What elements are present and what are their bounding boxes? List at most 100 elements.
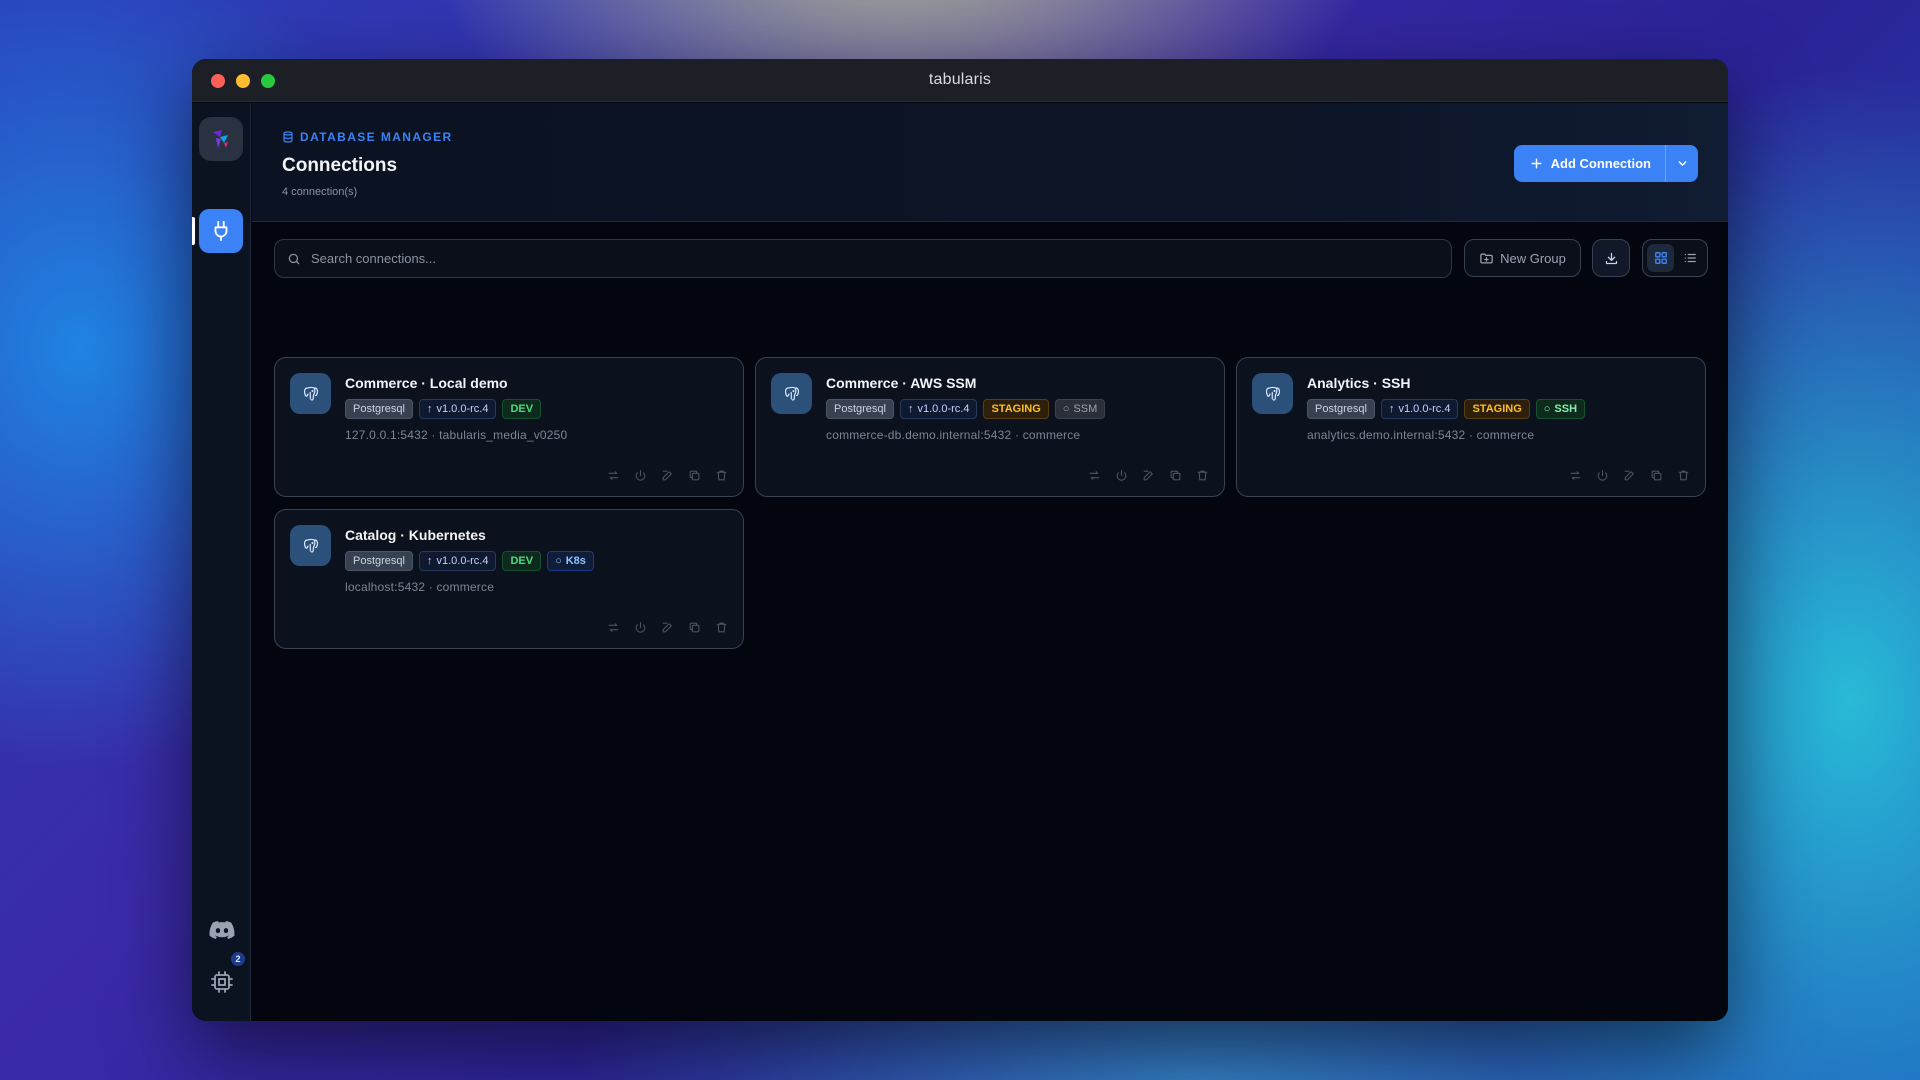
tunnel-label: SSM — [1073, 403, 1098, 415]
page-header: DATABASE MANAGER Connections 4 connectio… — [252, 103, 1728, 222]
new-group-label: New Group — [1500, 250, 1566, 266]
search-icon — [288, 253, 300, 264]
switch-button[interactable] — [1567, 467, 1583, 483]
eyebrow-label: DATABASE MANAGER — [300, 130, 453, 144]
connection-card[interactable]: Analytics · SSH Postgresql ↑ v1.0.0-rc.4 … — [1236, 357, 1706, 497]
duplicate-button[interactable] — [686, 619, 702, 635]
cpu-icon — [211, 971, 233, 993]
add-connection-dropdown[interactable] — [1666, 145, 1698, 182]
close-window-button[interactable] — [211, 74, 225, 88]
edit-button[interactable] — [659, 467, 675, 483]
edit-icon — [1143, 470, 1153, 480]
connection-host: commerce-db.demo.internal:5432 · commerc… — [826, 428, 1081, 442]
connection-card[interactable]: Commerce · Local demo Postgresql ↑ v1.0.0… — [274, 357, 744, 497]
card-actions — [1086, 467, 1210, 483]
edit-button[interactable] — [659, 619, 675, 635]
delete-button[interactable] — [1194, 467, 1210, 483]
version-label: v1.0.0-rc.4 — [436, 403, 489, 415]
import-button[interactable] — [1592, 239, 1630, 277]
postgres-icon — [290, 373, 331, 414]
version-tag: ↑ v1.0.0-rc.4 — [1380, 399, 1459, 419]
trash-icon — [716, 470, 726, 480]
duplicate-button[interactable] — [686, 467, 702, 483]
engine-tag: Postgresql — [345, 399, 413, 419]
discord-button[interactable] — [209, 917, 235, 943]
duplicate-button[interactable] — [1167, 467, 1183, 483]
connect-button[interactable] — [632, 467, 648, 483]
version-label: v1.0.0-rc.4 — [917, 403, 970, 415]
add-connection-button[interactable]: Add Connection — [1514, 145, 1665, 182]
connect-button[interactable] — [1113, 467, 1129, 483]
tunnel-tag: ○ SSM — [1054, 399, 1106, 419]
switch-button[interactable] — [1086, 467, 1102, 483]
connection-host: analytics.demo.internal:5432 · commerce — [1307, 428, 1535, 442]
sidebar: 2 — [192, 103, 251, 1021]
delete-button[interactable] — [713, 619, 729, 635]
grid-icon — [1654, 252, 1667, 264]
tunnel-tag: ○ K8s — [547, 551, 594, 571]
download-icon — [1605, 252, 1617, 264]
connection-card[interactable]: Commerce · AWS SSM Postgresql ↑ v1.0.0-rc… — [755, 357, 1225, 497]
connection-tags: Postgresql ↑ v1.0.0-rc.4 DEV — [345, 399, 542, 419]
arrow-up-icon: ↑ — [1388, 403, 1395, 415]
folder-plus-icon — [1480, 253, 1493, 263]
new-group-button[interactable]: New Group — [1464, 239, 1581, 277]
arrows-swap-icon — [1570, 470, 1580, 480]
card-actions — [1567, 467, 1691, 483]
copy-icon — [689, 470, 699, 480]
add-connection-label: Add Connection — [1550, 156, 1651, 171]
connection-host: 127.0.0.1:5432 · tabularis_media_v0250 — [345, 428, 568, 442]
env-tag: STAGING — [983, 399, 1049, 419]
connect-button[interactable] — [1594, 467, 1610, 483]
connection-name: Analytics · SSH — [1307, 375, 1411, 391]
edit-icon — [662, 622, 672, 632]
zoom-window-button[interactable] — [261, 74, 275, 88]
connect-button[interactable] — [632, 619, 648, 635]
nav-active-indicator — [192, 217, 195, 245]
discord-icon — [209, 921, 235, 939]
nav-connections[interactable] — [199, 209, 243, 253]
engine-tag: Postgresql — [826, 399, 894, 419]
edit-icon — [662, 470, 672, 480]
add-connection-split-button: Add Connection — [1513, 145, 1698, 182]
connection-host: localhost:5432 · commerce — [345, 580, 495, 594]
arrow-up-icon: ↑ — [426, 403, 433, 415]
engine-tag: Postgresql — [1307, 399, 1375, 419]
connection-count: 4 connection(s) — [282, 186, 358, 198]
grid-view-button[interactable] — [1647, 244, 1674, 272]
delete-button[interactable] — [713, 467, 729, 483]
env-tag: STAGING — [1464, 399, 1530, 419]
arrows-swap-icon — [608, 622, 618, 632]
edit-button[interactable] — [1140, 467, 1156, 483]
power-icon — [1597, 469, 1607, 481]
tunnel-label: K8s — [565, 555, 586, 567]
delete-button[interactable] — [1675, 467, 1691, 483]
switch-button[interactable] — [605, 467, 621, 483]
connection-card[interactable]: Catalog · Kubernetes Postgresql ↑ v1.0.0-… — [274, 509, 744, 649]
tunnel-label: SSH — [1554, 403, 1578, 415]
main-content: DATABASE MANAGER Connections 4 connectio… — [252, 103, 1728, 1021]
duplicate-button[interactable] — [1648, 467, 1664, 483]
list-icon — [1684, 253, 1696, 263]
minimize-window-button[interactable] — [236, 74, 250, 88]
edit-button[interactable] — [1621, 467, 1637, 483]
cpu-button[interactable] — [209, 969, 235, 995]
connection-tags: Postgresql ↑ v1.0.0-rc.4 STAGING ○ SSH — [1307, 399, 1586, 419]
version-label: v1.0.0-rc.4 — [436, 555, 489, 567]
switch-button[interactable] — [605, 619, 621, 635]
postgres-icon — [771, 373, 812, 414]
list-view-button[interactable] — [1676, 244, 1703, 272]
section-eyebrow: DATABASE MANAGER — [282, 130, 453, 144]
version-tag: ↑ v1.0.0-rc.4 — [418, 551, 497, 571]
database-icon — [283, 131, 293, 143]
arrow-up-icon: ↑ — [907, 403, 914, 415]
app-logo[interactable] — [199, 117, 243, 161]
trash-icon — [1678, 470, 1688, 480]
circle-icon: ○ — [555, 555, 562, 567]
search-input[interactable] — [311, 251, 1411, 266]
card-actions — [605, 467, 729, 483]
chevron-down-icon — [1678, 161, 1686, 166]
power-icon — [1116, 469, 1126, 481]
search-box — [274, 239, 1452, 278]
trash-icon — [1197, 470, 1207, 480]
